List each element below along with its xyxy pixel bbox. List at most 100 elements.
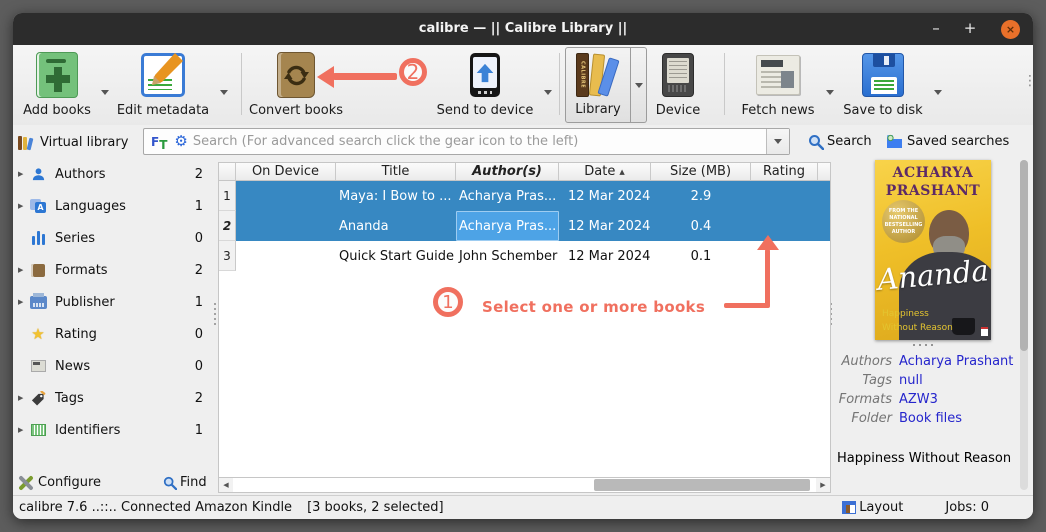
expand-icon[interactable]: ▶ xyxy=(13,426,28,434)
scrollbar-track[interactable] xyxy=(233,478,816,492)
cell-title[interactable]: Quick Start Guide xyxy=(336,241,456,271)
scrollbar-thumb[interactable] xyxy=(594,479,811,491)
expand-icon[interactable]: ▶ xyxy=(13,394,28,402)
save-to-disk-button[interactable]: Save to disk xyxy=(837,50,929,118)
column-header-date[interactable]: Date ▲ xyxy=(559,163,651,180)
send-to-device-dropdown[interactable] xyxy=(540,83,556,101)
send-to-device-label: Send to device xyxy=(436,103,534,118)
minimize-button[interactable]: – xyxy=(923,13,949,45)
search-icon xyxy=(809,134,824,150)
scroll-right-icon[interactable]: ▶ xyxy=(816,481,830,489)
cell-title[interactable]: Maya: I Bow to ... xyxy=(336,181,456,211)
find-button[interactable]: Find xyxy=(163,475,207,490)
fetch-news-button[interactable]: Fetch news xyxy=(732,50,824,118)
device-button[interactable]: Device xyxy=(643,50,713,118)
cell-on-device[interactable] xyxy=(236,241,336,271)
book-cover[interactable]: ACHARYA PRASHANT From the National Bests… xyxy=(875,160,991,340)
cell-size[interactable]: 0.4 xyxy=(651,211,751,241)
search-input[interactable] xyxy=(192,134,766,149)
search-button[interactable]: Search xyxy=(808,129,872,154)
cell-date[interactable]: 12 Mar 2024 xyxy=(559,241,651,271)
table-row[interactable]: 3 Quick Start Guide John Schember 12 Mar… xyxy=(219,241,830,271)
identifiers-icon xyxy=(28,421,48,439)
selection-count: [3 books, 2 selected] xyxy=(307,500,444,515)
column-header-rating[interactable]: Rating xyxy=(751,163,818,180)
row-number[interactable]: 1 xyxy=(219,181,236,211)
gear-icon[interactable]: ⚙ xyxy=(174,134,187,149)
cell-authors[interactable]: John Schember xyxy=(456,241,559,271)
fetch-news-dropdown[interactable] xyxy=(822,83,838,101)
expand-icon[interactable]: ▶ xyxy=(13,170,28,178)
cell-size[interactable]: 0.1 xyxy=(651,241,751,271)
scroll-left-icon[interactable]: ◀ xyxy=(219,481,233,489)
expand-icon[interactable]: ▶ xyxy=(13,202,28,210)
convert-books-button[interactable]: Convert books xyxy=(246,50,346,118)
tags-link[interactable]: null xyxy=(899,373,923,388)
cell-on-device[interactable] xyxy=(236,181,336,211)
sidebar-item-tags[interactable]: ▶ Tags 2 xyxy=(13,382,215,414)
chevron-down-icon xyxy=(934,89,942,95)
column-header-authors[interactable]: Author(s) xyxy=(456,163,559,180)
column-header-on-device[interactable]: On Device xyxy=(236,163,336,180)
desktop: calibre — || Calibre Library || – + × Ad… xyxy=(0,0,1046,532)
cell-size[interactable]: 2.9 xyxy=(651,181,751,211)
sidebar-item-publisher[interactable]: ▶ Publisher 1 xyxy=(13,286,215,318)
authors-link[interactable]: Acharya Prashant xyxy=(899,354,1013,369)
scrollbar-thumb[interactable] xyxy=(1020,160,1028,352)
sidebar-item-identifiers[interactable]: ▶ Identifiers 1 xyxy=(13,414,215,446)
folder-link[interactable]: Book files xyxy=(899,411,962,426)
edit-metadata-button[interactable]: Edit metadata xyxy=(113,50,213,118)
add-books-dropdown[interactable] xyxy=(97,83,113,101)
layout-button[interactable]: Layout xyxy=(842,500,903,515)
cell-authors-current[interactable]: Acharya Pras... xyxy=(456,211,559,241)
saved-searches-button[interactable]: Saved searches xyxy=(886,129,1009,154)
cover-author-name: ACHARYA PRASHANT xyxy=(885,165,981,199)
row-number[interactable]: 3 xyxy=(219,241,236,271)
sidebar-item-authors[interactable]: ▶ Authors 2 xyxy=(13,158,215,190)
cell-rating[interactable] xyxy=(751,181,818,211)
cell-date[interactable]: 12 Mar 2024 xyxy=(559,211,651,241)
cell-on-device[interactable] xyxy=(236,211,336,241)
field-label: Tags xyxy=(862,373,892,388)
table-row[interactable]: 2 Ananda Acharya Pras... 12 Mar 2024 0.4 xyxy=(219,211,830,241)
sidebar-item-news[interactable]: News 0 xyxy=(13,350,215,382)
configure-button[interactable]: Configure xyxy=(17,475,102,491)
sidebar-item-rating[interactable]: ★ Rating 0 xyxy=(13,318,215,350)
details-scrollbar[interactable] xyxy=(1020,160,1028,490)
cell-authors[interactable]: Acharya Pras... xyxy=(456,181,559,211)
chevron-down-icon xyxy=(774,139,782,144)
cell-date[interactable]: 12 Mar 2024 xyxy=(559,181,651,211)
count-badge: 0 xyxy=(194,326,203,342)
add-books-button[interactable]: Add books xyxy=(15,50,99,118)
cell-rating[interactable] xyxy=(751,241,818,271)
toolbar-overflow-icon[interactable]: ⋮ xyxy=(1023,73,1037,89)
expand-icon[interactable]: ▶ xyxy=(13,266,28,274)
library-button-main[interactable]: CALIBRE Library xyxy=(565,47,631,123)
send-to-device-button[interactable]: Send to device xyxy=(433,50,537,118)
library-button[interactable]: CALIBRE Library xyxy=(565,47,647,123)
edit-metadata-dropdown[interactable] xyxy=(216,83,232,101)
cell-rating[interactable] xyxy=(751,211,818,241)
details-splitter-handle[interactable] xyxy=(913,344,933,346)
sidebar-item-formats[interactable]: ▶ Formats 2 xyxy=(13,254,215,286)
close-button[interactable]: × xyxy=(1001,20,1020,39)
search-history-dropdown[interactable] xyxy=(766,129,789,154)
expand-icon[interactable]: ▶ xyxy=(13,298,28,306)
cell-title[interactable]: Ananda xyxy=(336,211,456,241)
virtual-library-button[interactable]: Virtual library xyxy=(18,129,128,155)
configure-label: Configure xyxy=(38,475,102,490)
left-splitter-handle[interactable] xyxy=(213,303,217,325)
table-horizontal-scrollbar[interactable]: ◀ ▶ xyxy=(218,477,831,493)
sidebar-item-series[interactable]: Series 0 xyxy=(13,222,215,254)
sidebar-item-languages[interactable]: ▶ A Languages 1 xyxy=(13,190,215,222)
full-text-search-icon[interactable]: FT xyxy=(151,135,167,152)
column-header-title[interactable]: Title xyxy=(336,163,456,180)
table-row[interactable]: 1 Maya: I Bow to ... Acharya Pras... 12 … xyxy=(219,181,830,211)
device-icon xyxy=(662,53,694,97)
row-number[interactable]: 2 xyxy=(219,211,236,241)
save-to-disk-dropdown[interactable] xyxy=(930,83,946,101)
maximize-button[interactable]: + xyxy=(957,13,983,45)
column-header-size[interactable]: Size (MB) xyxy=(651,163,751,180)
formats-link[interactable]: AZW3 xyxy=(899,392,938,407)
jobs-indicator[interactable]: Jobs: 0 xyxy=(945,500,989,515)
